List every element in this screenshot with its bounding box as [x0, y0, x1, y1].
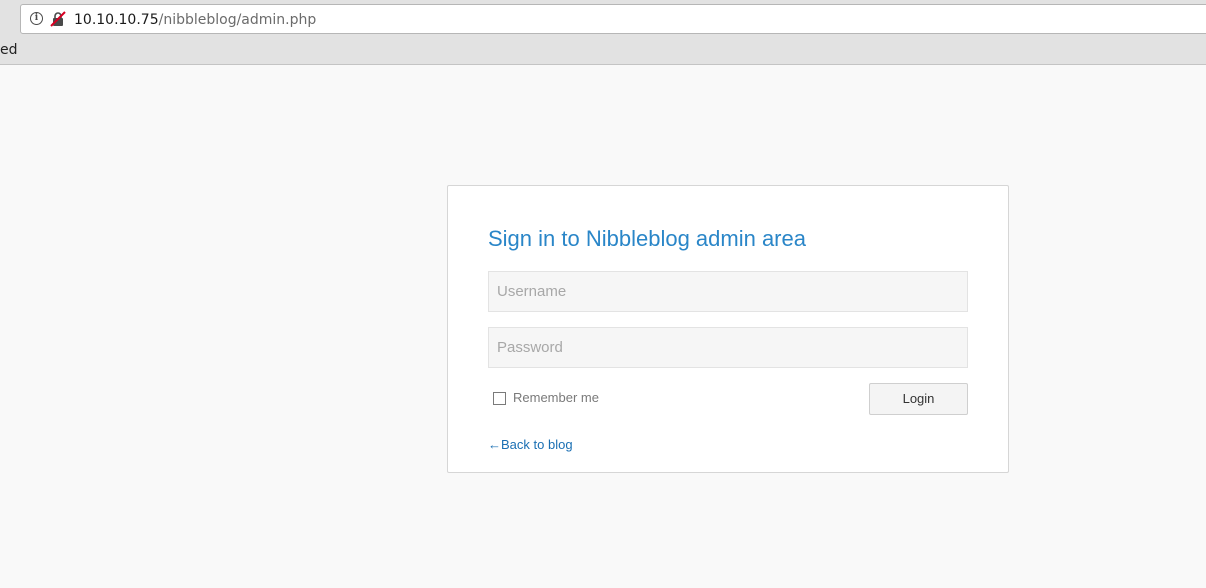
- remember-me-checkbox[interactable]: [493, 392, 506, 405]
- password-input[interactable]: [488, 327, 968, 368]
- insecure-connection-icon[interactable]: [50, 11, 66, 27]
- remember-me-label[interactable]: Remember me: [513, 391, 599, 405]
- username-input[interactable]: [488, 271, 968, 312]
- address-bar[interactable]: i 10.10.10.75/nibbleblog/admin.php: [20, 4, 1206, 34]
- url-host: 10.10.10.75: [74, 12, 159, 28]
- info-icon[interactable]: i: [30, 12, 43, 25]
- browser-toolbar: i 10.10.10.75/nibbleblog/admin.php ed: [0, 0, 1206, 65]
- url-path: /nibbleblog/admin.php: [158, 12, 317, 28]
- login-button[interactable]: Login: [869, 383, 968, 415]
- back-to-blog-link[interactable]: ←Back to blog: [488, 437, 573, 453]
- login-title: Sign in to Nibbleblog admin area: [488, 226, 806, 251]
- bookmark-item[interactable]: ed: [0, 42, 18, 58]
- url-text[interactable]: 10.10.10.75/nibbleblog/admin.php: [74, 11, 316, 29]
- login-panel: Sign in to Nibbleblog admin area Remembe…: [447, 185, 1009, 473]
